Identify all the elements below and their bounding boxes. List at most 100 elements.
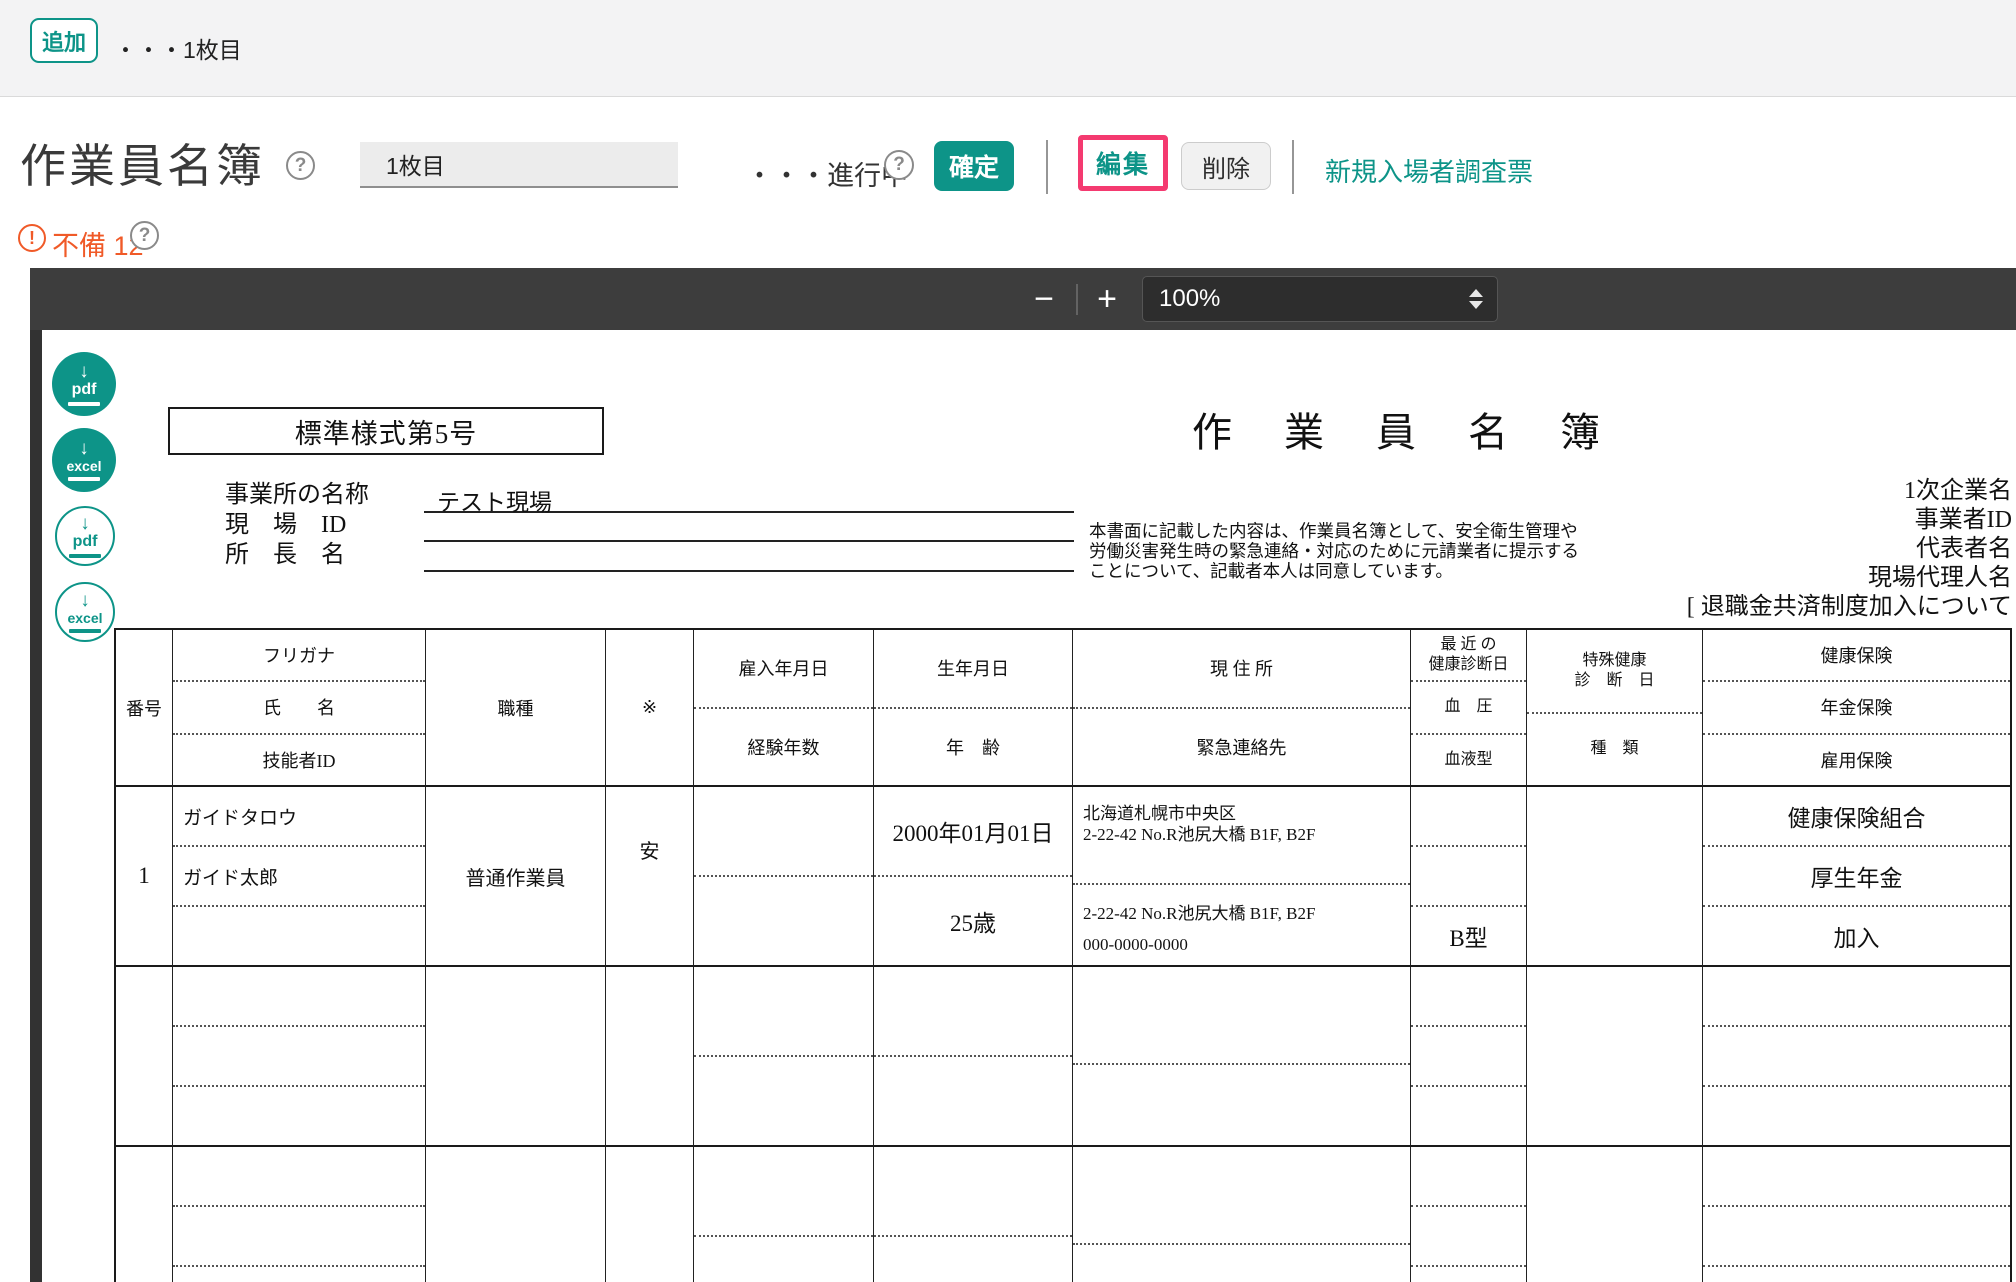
company-label: 代表者名 — [1500, 535, 2012, 564]
col-header-insurance: 健康保険 年金保険 雇用保険 — [1703, 630, 2010, 787]
header-checkup-type: 種 類 — [1527, 714, 1702, 785]
site-label: 事業所の名称 — [225, 480, 369, 510]
site-name-value: テスト現場 — [437, 483, 552, 517]
worker-checkup-mid — [1411, 1027, 1526, 1087]
site-id-underline — [424, 513, 1074, 542]
download-excel-icon[interactable]: ↓ excel — [52, 428, 116, 492]
worker-special-checkup-cell — [1527, 1147, 1703, 1282]
zoom-in-button[interactable]: + — [1086, 278, 1128, 320]
worker-special-checkup-cell — [1527, 787, 1703, 967]
col-header-mark: ※ — [606, 630, 694, 787]
worker-checkup-cell: B型 — [1411, 787, 1527, 967]
header-age: 年 齢 — [874, 709, 1072, 786]
worker-experience — [694, 1057, 873, 1145]
zoom-level-value: 100% — [1159, 285, 1220, 313]
worker-name — [173, 1207, 425, 1267]
manager-name-underline — [424, 542, 1074, 572]
worker-birth-date — [874, 967, 1072, 1057]
worker-name — [173, 1027, 425, 1087]
worker-experience — [694, 1237, 873, 1282]
download-arrow-icon: ↓ — [80, 514, 90, 533]
worker-blood-type: B型 — [1411, 907, 1526, 965]
form-number-box: 標準様式第5号 — [168, 407, 604, 455]
worker-employment-insurance: 加入 — [1703, 907, 2010, 965]
worker-birth-cell: 2000年01月01日 25歳 — [874, 787, 1073, 967]
col-header-address: 現 住 所 緊急連絡先 — [1073, 630, 1411, 787]
worker-hire-cell — [694, 787, 874, 967]
worker-address-cell — [1073, 1147, 1411, 1282]
worker-health-insurance: 健康保険組合 — [1703, 787, 2010, 847]
company-label: 1次企業名 — [1500, 477, 2012, 506]
worker-furigana: ガイドタロウ — [173, 787, 425, 847]
worker-experience — [694, 877, 873, 965]
header-birth-date: 生年月日 — [874, 630, 1072, 709]
worker-pension-insurance: 厚生年金 — [1703, 847, 2010, 907]
confirm-button[interactable]: 確定 — [934, 141, 1014, 191]
download-arrow-icon: ↓ — [80, 591, 90, 610]
worker-checkup-mid — [1411, 847, 1526, 907]
worker-furigana — [173, 967, 425, 1027]
worker-health-insurance — [1703, 1147, 2010, 1207]
delete-button[interactable]: 削除 — [1181, 142, 1271, 190]
site-label: 所 長 名 — [225, 540, 369, 570]
header-worker-id: 技能者ID — [173, 735, 425, 785]
worker-mark-cell — [606, 967, 694, 1147]
worker-employment-insurance — [1703, 1267, 2010, 1282]
download-label: excel — [66, 458, 101, 474]
defect-help-icon[interactable]: ? — [130, 221, 159, 250]
worker-name: ガイド太郎 — [173, 847, 425, 907]
divider — [1292, 140, 1294, 194]
worker-blood-type — [1411, 1087, 1526, 1145]
status-help-icon[interactable]: ? — [884, 150, 914, 180]
worker-checkup-cell — [1411, 1147, 1527, 1282]
roster-name-input[interactable] — [360, 142, 678, 188]
worker-checkup-cell — [1411, 967, 1527, 1147]
header-pension-insurance: 年金保険 — [1703, 682, 2010, 734]
worker-address-cell — [1073, 967, 1411, 1147]
row-number-cell — [116, 967, 173, 1147]
add-button[interactable]: 追加 — [30, 18, 98, 63]
zoom-level-select[interactable]: 100% — [1142, 276, 1498, 322]
col-header-hire: 雇入年月日 経験年数 — [694, 630, 874, 787]
zoom-out-button[interactable]: − — [1023, 278, 1065, 320]
worker-emergency-phone: 000-0000-0000 — [1083, 934, 1188, 955]
download-excel-outline-icon[interactable]: ↓ excel — [55, 582, 115, 642]
worker-insurance-cell — [1703, 967, 2010, 1147]
download-arrow-icon: ↓ — [79, 362, 89, 381]
header-name: 氏 名 — [173, 682, 425, 734]
header-recent-checkup: 最 近 の 健康診断日 — [1411, 630, 1526, 682]
worker-name-cell — [173, 967, 426, 1147]
worker-pension-insurance — [1703, 1207, 2010, 1267]
worker-mark-cell: 安 — [606, 787, 694, 967]
header-health-insurance: 健康保険 — [1703, 630, 2010, 682]
download-arrow-icon: ↓ — [79, 439, 89, 458]
worker-blood-pressure — [1411, 787, 1526, 847]
worker-job-cell: 普通作業員 — [426, 787, 606, 967]
page-title: 作業員名簿 — [20, 130, 265, 196]
worker-birth-date: 2000年01月01日 — [874, 787, 1072, 877]
download-pdf-icon[interactable]: ↓ pdf — [52, 352, 116, 416]
top-page-label: ・・・1枚目 — [114, 31, 242, 65]
worker-hire-date — [694, 967, 873, 1057]
col-header-checkup: 最 近 の 健康診断日 血 圧 血液型 — [1411, 630, 1527, 787]
worker-employment-insurance — [1703, 1087, 2010, 1145]
col-header-job: 職種 — [426, 630, 606, 787]
download-bar — [69, 629, 101, 633]
header-hire-date: 雇入年月日 — [694, 630, 873, 709]
download-pdf-outline-icon[interactable]: ↓ pdf — [55, 506, 115, 566]
edit-button-highlighted[interactable]: 編集 — [1078, 135, 1168, 191]
download-bar — [68, 402, 100, 406]
col-header-birth: 生年月日 年 齢 — [874, 630, 1073, 787]
worker-hire-cell — [694, 1147, 874, 1282]
download-bar — [68, 477, 100, 481]
header-emergency: 緊急連絡先 — [1073, 709, 1410, 786]
divider — [1046, 140, 1048, 194]
worker-pension-insurance — [1703, 1027, 2010, 1087]
worker-special-checkup — [1527, 1147, 1702, 1282]
new-entrant-survey-link[interactable]: 新規入場者調査票 — [1325, 152, 1533, 189]
worker-address: 北海道札幌市中央区 2-22-42 No.R池尻大橋 B1F, B2F — [1073, 787, 1410, 885]
title-help-icon[interactable]: ? — [286, 151, 315, 180]
header-employment-insurance: 雇用保険 — [1703, 735, 2010, 785]
download-label: pdf — [73, 533, 98, 551]
site-label: 現 場 ID — [225, 510, 369, 540]
